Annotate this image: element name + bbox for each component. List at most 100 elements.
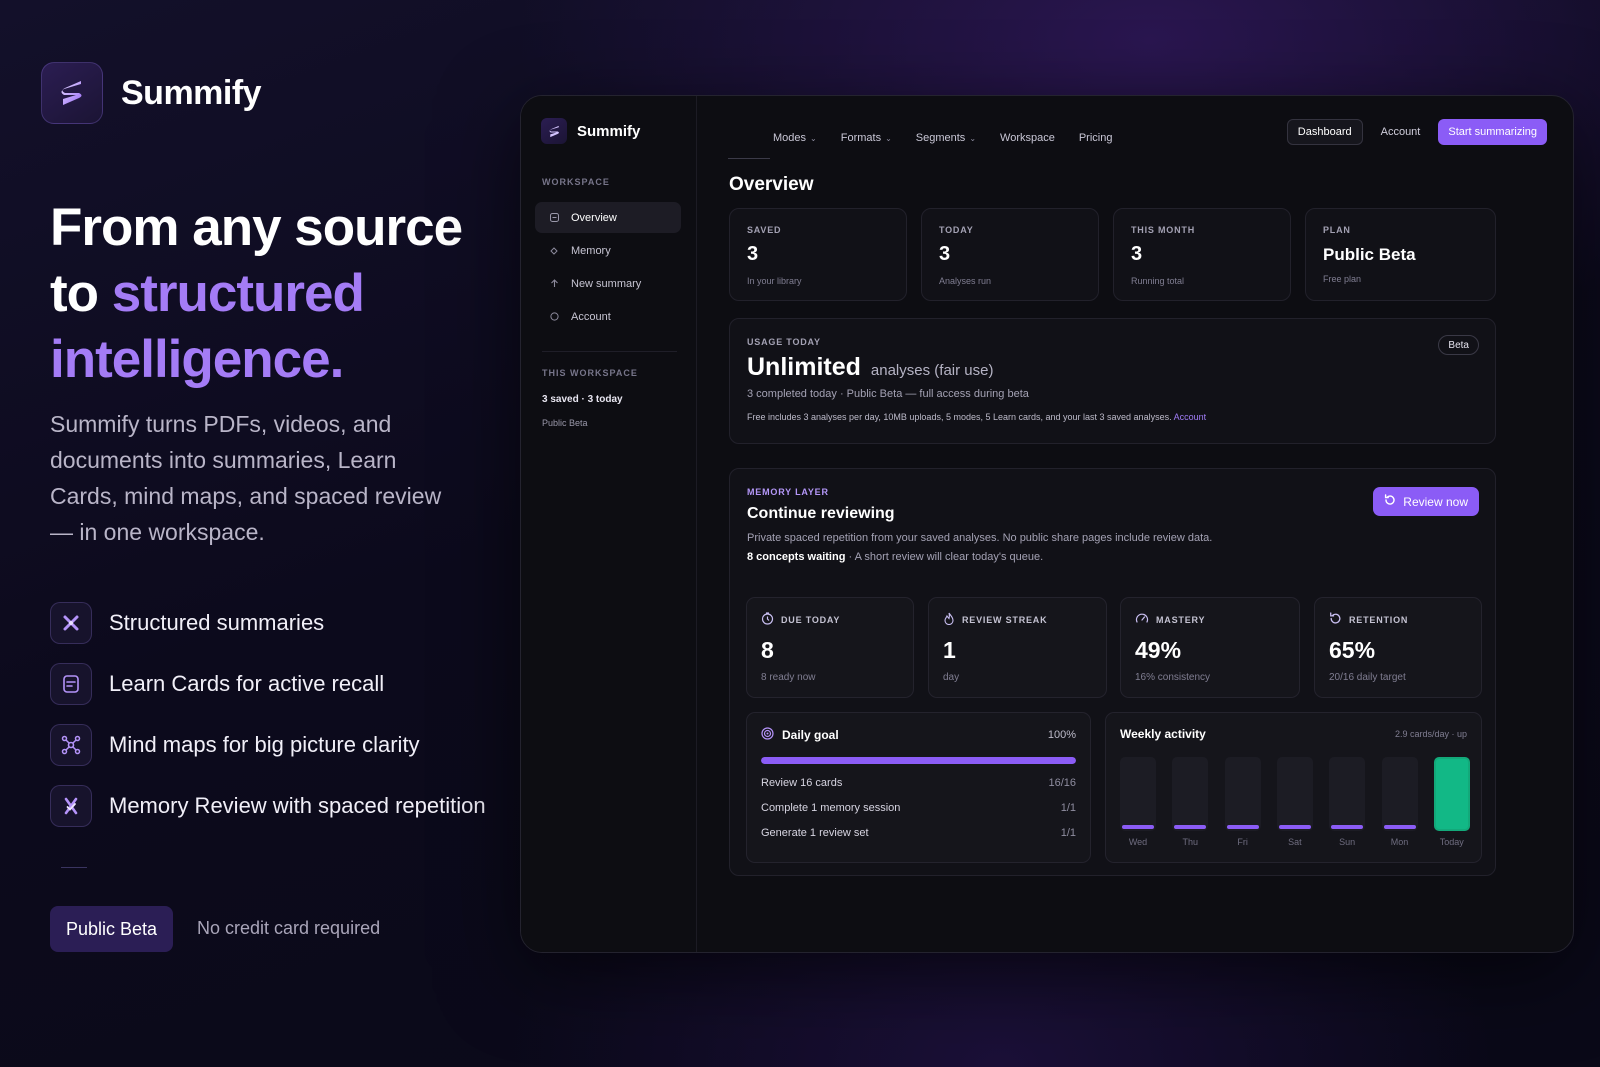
workspace-plan: Public Beta	[542, 418, 588, 428]
usage-card: USAGE TODAY Unlimited analyses (fair use…	[729, 318, 1496, 444]
weekly-meta: 2.9 cards/day · up	[1394, 729, 1467, 739]
metric-sub: day	[943, 672, 960, 683]
weekly-bars: Wed Thu Fri Sat Sun Mon Today	[1120, 757, 1470, 847]
chevron-down-icon: ⌄	[810, 133, 817, 143]
feature-item: Learn Cards for active recall	[50, 663, 486, 705]
usage-note-text: Free includes 3 analyses per day, 10MB u…	[747, 412, 1172, 422]
memory-label: MEMORY LAYER	[747, 487, 829, 497]
dashboard-button[interactable]: Dashboard	[1286, 119, 1363, 145]
daily-goal-pct: 100%	[1047, 729, 1076, 741]
stat-label: PLAN	[1323, 225, 1351, 235]
memory-layer-card: MEMORY LAYER Continue reviewing Private …	[729, 468, 1496, 876]
memory-waiting: 8 concepts waiting · A short review will…	[747, 551, 1478, 563]
sidebar-item-overview[interactable]: Overview	[535, 202, 681, 233]
top-nav: Modes ⌄ Formats ⌄ Segments ⌄ Workspace Pric…	[773, 132, 1112, 144]
nav-segments[interactable]: Segments ⌄	[916, 132, 976, 144]
usage-line: Unlimited analyses (fair use)	[747, 353, 1478, 382]
metric-value: 49%	[1135, 637, 1182, 663]
metric-head: RETENTION	[1329, 612, 1467, 627]
chevron-down-icon: ⌄	[885, 133, 892, 143]
bar-fill	[1331, 824, 1364, 829]
metric-label: DUE TODAY	[781, 614, 841, 625]
headline-line-2: to	[50, 264, 112, 323]
weekly-activity-card: Weekly activity 2.9 cards/day · up Wed Th…	[1105, 712, 1482, 863]
tab-underline	[728, 158, 770, 159]
stat-label: SAVED	[747, 225, 782, 235]
sidebar-item-new-summary[interactable]: New summary	[535, 268, 681, 299]
sidebar-item-label: New summary	[571, 277, 642, 290]
usage-label: USAGE TODAY	[747, 337, 821, 347]
sidebar-brand[interactable]: Summify	[541, 118, 640, 144]
memory-title: Continue reviewing	[747, 505, 895, 522]
metric-card-review-streak: REVIEW STREAK 1 day	[928, 597, 1107, 698]
metric-value: 65%	[1329, 637, 1376, 663]
stat-value: 3	[747, 243, 759, 265]
review-now-button[interactable]: Review now	[1373, 487, 1479, 516]
bar-background	[1381, 757, 1418, 831]
mind-map-icon	[50, 724, 92, 766]
metric-label: RETENTION	[1349, 614, 1409, 625]
stat-value: 3	[939, 243, 951, 265]
beta-badge: Beta	[1438, 335, 1479, 355]
feature-list: Structured summaries Learn Cards for act…	[50, 602, 486, 846]
nav-workspace[interactable]: Workspace	[1000, 132, 1055, 144]
daily-goal-title-text: Daily goal	[782, 728, 839, 742]
weekly-head: Weekly activity 2.9 cards/day · up	[1120, 727, 1467, 741]
stat-value: 3	[1131, 243, 1143, 265]
bar-fill	[1122, 824, 1154, 829]
refresh-icon	[1329, 612, 1342, 627]
app-window: Summify WORKSPACE Overview Memory New su…	[520, 95, 1574, 953]
nav-formats[interactable]: Formats ⌄	[841, 132, 892, 144]
bar-background	[1120, 757, 1156, 831]
stat-sub: Analyses run	[939, 276, 992, 286]
workspace-stats: 3 saved · 3 today	[542, 394, 623, 405]
bar-day-label: Today	[1439, 837, 1464, 847]
usage-small: analyses (fair use)	[870, 362, 994, 379]
stat-sub: In your library	[747, 276, 802, 286]
usage-big: Unlimited	[747, 353, 861, 381]
target-icon	[761, 727, 774, 743]
bar-fill	[1226, 824, 1259, 829]
gauge-icon	[1135, 612, 1149, 627]
nav-modes[interactable]: Modes ⌄	[773, 132, 817, 144]
summify-logo-icon	[541, 118, 567, 144]
sidebar-item-label: Memory	[571, 244, 611, 257]
nav-pricing[interactable]: Pricing	[1079, 132, 1113, 144]
goal-row-count: 16/16	[1048, 777, 1076, 789]
usage-account-link[interactable]: Account	[1174, 412, 1207, 422]
sidebar-item-memory[interactable]: Memory	[535, 235, 681, 266]
daily-goal-card: Daily goal 100% Review 16 cards 16/16 Com…	[746, 712, 1091, 863]
metric-card-retention: RETENTION 65% 20/16 daily target	[1314, 597, 1482, 698]
page-title: Overview	[729, 174, 814, 195]
stat-card-saved: SAVED 3 In your library	[729, 208, 907, 301]
metric-head: MASTERY	[1135, 612, 1285, 627]
bar-background	[1433, 757, 1470, 831]
goal-row: Complete 1 memory session 1/1	[761, 802, 1076, 814]
daily-goal-progress-track	[761, 757, 1076, 764]
grid-icon	[549, 213, 559, 223]
bar-day-label: Sat	[1288, 837, 1302, 847]
metric-value: 8	[761, 637, 774, 663]
goal-row-count: 1/1	[1060, 802, 1076, 814]
account-link[interactable]: Account	[1381, 126, 1421, 138]
goal-row-label: Complete 1 memory session	[761, 802, 901, 814]
diamond-icon	[549, 246, 559, 256]
feature-item: Mind maps for big picture clarity	[50, 724, 486, 766]
sidebar-item-account[interactable]: Account	[535, 301, 681, 332]
feature-item: Memory Review with spaced repetition	[50, 785, 486, 827]
metric-value: 1	[943, 637, 956, 663]
bar-background	[1224, 757, 1261, 831]
stat-card-this-month: THIS MONTH 3 Running total	[1113, 208, 1291, 301]
sidebar: Summify WORKSPACE Overview Memory New su…	[521, 96, 697, 952]
sidebar-brand-name: Summify	[577, 122, 641, 140]
bar-day-label: Thu	[1182, 837, 1199, 847]
start-summarizing-button[interactable]: Start summarizing	[1438, 119, 1547, 145]
arrow-up-icon	[549, 279, 559, 289]
bar-fill	[1435, 759, 1468, 829]
metric-label: MASTERY	[1156, 614, 1206, 625]
bar-fill	[1383, 824, 1416, 829]
brain-review-icon	[50, 785, 92, 827]
bar-fill	[1174, 824, 1207, 829]
stat-card-today: TODAY 3 Analyses run	[921, 208, 1099, 301]
bar-day-label: Sun	[1339, 837, 1356, 847]
